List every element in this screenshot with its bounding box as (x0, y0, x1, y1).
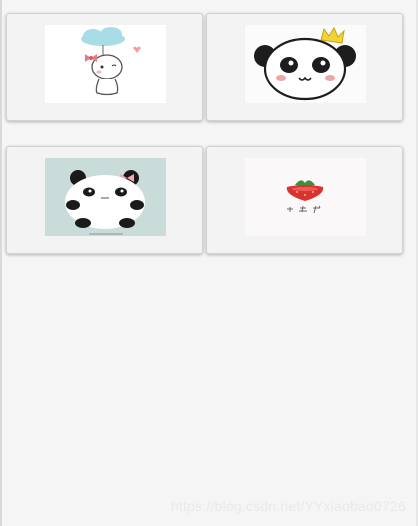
image-card-cloud-girl[interactable] (6, 13, 203, 121)
cloud-girl-icon (45, 25, 166, 103)
crowned-panda-icon (245, 25, 366, 103)
image-card-round-panda[interactable] (6, 146, 203, 254)
app-screen: https://blog.csdn.net/YYxiaobao0726 (0, 0, 418, 526)
watermark-text: https://blog.csdn.net/YYxiaobao0726 (170, 498, 406, 514)
image-card-crowned-panda[interactable] (206, 13, 403, 121)
image-card-strawberry[interactable] (206, 146, 403, 254)
round-panda-icon (45, 158, 166, 236)
strawberry-icon (245, 158, 366, 236)
